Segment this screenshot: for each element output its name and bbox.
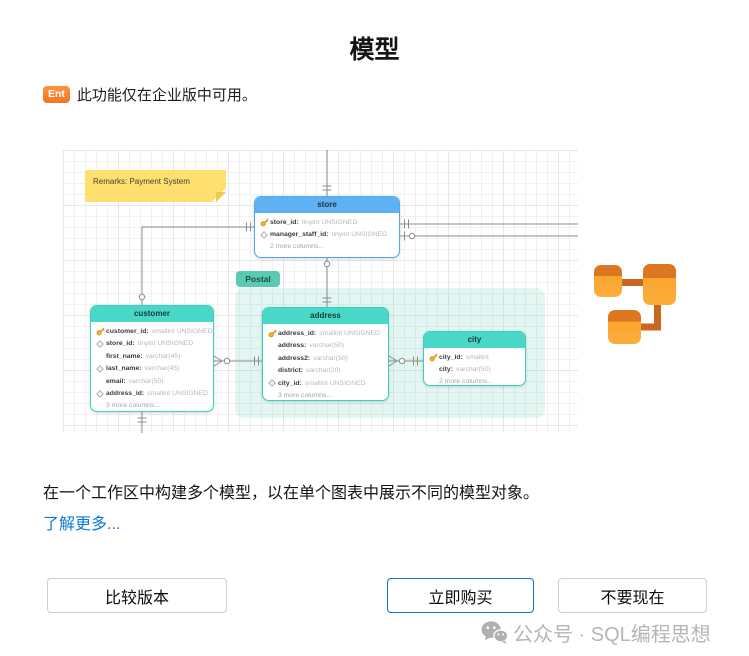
table-customer: customer customer_id smallint UNSIGNED s…: [90, 305, 214, 412]
not-now-button[interactable]: 不要现在: [558, 578, 707, 613]
table-column: city_id smallint: [429, 351, 520, 364]
table-column: district varchar(20): [268, 365, 383, 378]
more-columns-label: 3 more columns...: [268, 390, 383, 402]
foreign-key-icon: [96, 340, 106, 348]
table-column: address_id smallint UNSIGNED: [96, 388, 208, 401]
foreign-key-icon: [268, 379, 278, 387]
more-columns-label: 3 more columns...: [96, 400, 208, 412]
watermark-text: 公众号 · SQL编程思想: [513, 618, 711, 647]
enterprise-notice: Ent 此功能仅在企业版中可用。: [43, 84, 257, 105]
table-title: store: [255, 197, 399, 213]
learn-more-link[interactable]: 了解更多...: [43, 510, 120, 534]
table-column: store_id tinyint UNSIGNED: [96, 338, 208, 351]
table-column: address2 varchar(50): [268, 352, 383, 365]
table-column: city varchar(50): [429, 364, 520, 377]
er-diagram-canvas: Postal Remarks: Payment System store sto…: [63, 150, 578, 433]
table-columns: store_id tinyint UNSIGNED manager_staff_…: [255, 213, 399, 256]
foreign-key-icon: [96, 365, 106, 373]
table-title: customer: [91, 306, 213, 322]
remarks-note: Remarks: Payment System: [85, 170, 226, 202]
table-store: store store_id tinyint UNSIGNED manager_…: [254, 196, 400, 258]
page-title: 模型: [0, 30, 749, 66]
table-column: store_id tinyint UNSIGNED: [260, 216, 394, 229]
table-column: city_id smallint UNSIGNED: [268, 377, 383, 390]
table-title: address: [263, 308, 388, 324]
primary-key-icon: [429, 353, 439, 362]
table-column: first_name varchar(45): [96, 350, 208, 363]
primary-key-icon: [96, 327, 106, 336]
table-city: city city_id smallint city varchar(50) 2…: [423, 331, 526, 386]
buy-now-button[interactable]: 立即购买: [387, 578, 534, 613]
dialog-model-feature: 模型 Ent 此功能仅在企业版中可用。 Postal: [0, 0, 749, 656]
enterprise-badge: Ent: [43, 86, 70, 103]
more-columns-label: 2 more columns...: [429, 376, 520, 386]
table-columns: address_id smallint UNSIGNED address var…: [263, 324, 388, 401]
table-columns: city_id smallint city varchar(50) 2 more…: [424, 348, 525, 386]
foreign-key-icon: [96, 390, 106, 398]
more-columns-label: 2 more columns...: [260, 241, 394, 254]
enterprise-notice-text: 此功能仅在企业版中可用。: [77, 84, 257, 105]
primary-key-icon: [268, 329, 278, 338]
table-column: last_name varchar(45): [96, 363, 208, 376]
table-address: address address_id smallint UNSIGNED add…: [262, 307, 389, 401]
foreign-key-icon: [260, 231, 270, 239]
watermark: 公众号 · SQL编程思想: [481, 618, 711, 647]
subject-area-label: Postal: [236, 271, 280, 287]
table-columns: customer_id smallint UNSIGNED store_id t…: [91, 322, 213, 412]
compare-editions-button[interactable]: 比较版本: [47, 578, 227, 613]
table-column: address_id smallint UNSIGNED: [268, 327, 383, 340]
model-icon: [591, 258, 681, 348]
table-column: manager_staff_id tinyint UNSIGNED: [260, 229, 394, 242]
primary-key-icon: [260, 218, 270, 227]
feature-description: 在一个工作区中构建多个模型，以在单个图表中展示不同的模型对象。: [43, 479, 539, 503]
table-column: customer_id smallint UNSIGNED: [96, 325, 208, 338]
table-title: city: [424, 332, 525, 348]
wechat-icon: [481, 620, 508, 645]
table-column: email varchar(50): [96, 375, 208, 388]
table-column: address varchar(50): [268, 340, 383, 353]
